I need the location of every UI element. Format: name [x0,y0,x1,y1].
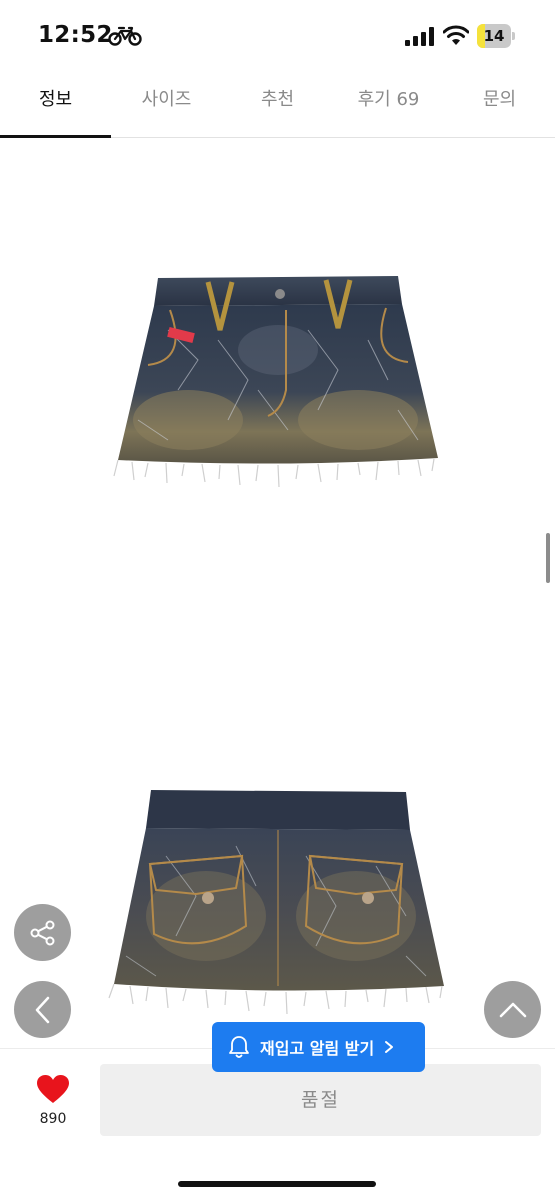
soldout-button[interactable]: 품절 [100,1064,541,1136]
chevron-right-icon [385,1041,394,1053]
heart-icon [37,1075,69,1103]
chevron-up-icon [499,1002,526,1017]
denim-mini-skirt-front-image [113,276,438,488]
share-icon [30,920,54,945]
scroll-indicator[interactable] [546,533,550,583]
like-count: 890 [39,1111,67,1127]
previous-button[interactable] [14,981,71,1038]
like-button[interactable]: 890 [30,1074,76,1127]
tab-bar: 정보 사이즈 추천 후기 69 문의 [0,72,555,138]
product-image-area[interactable] [0,138,555,1050]
chevron-left-icon [35,996,49,1023]
wifi-icon [443,25,469,45]
tab-inquiry[interactable]: 문의 [444,72,555,138]
battery-icon: 14 [477,24,517,48]
tab-recommend[interactable]: 추천 [222,72,333,138]
tab-size[interactable]: 사이즈 [111,72,222,138]
battery-percentage: 14 [483,27,505,45]
scroll-to-top-button[interactable] [484,981,541,1038]
bicycle-icon [108,26,142,46]
tab-reviews[interactable]: 후기 69 [333,72,444,138]
bell-icon [229,1036,249,1058]
status-bar: 12:52 14 [0,0,555,72]
restock-alert-label: 재입고 알림 받기 [260,1039,375,1058]
share-button[interactable] [14,904,71,961]
home-indicator[interactable] [178,1181,376,1187]
tab-info[interactable]: 정보 [0,72,111,138]
denim-mini-skirt-back-image [108,790,444,1015]
status-time: 12:52 [38,22,113,48]
restock-alert-button[interactable]: 재입고 알림 받기 [212,1022,425,1072]
cellular-signal-icon [405,27,434,46]
